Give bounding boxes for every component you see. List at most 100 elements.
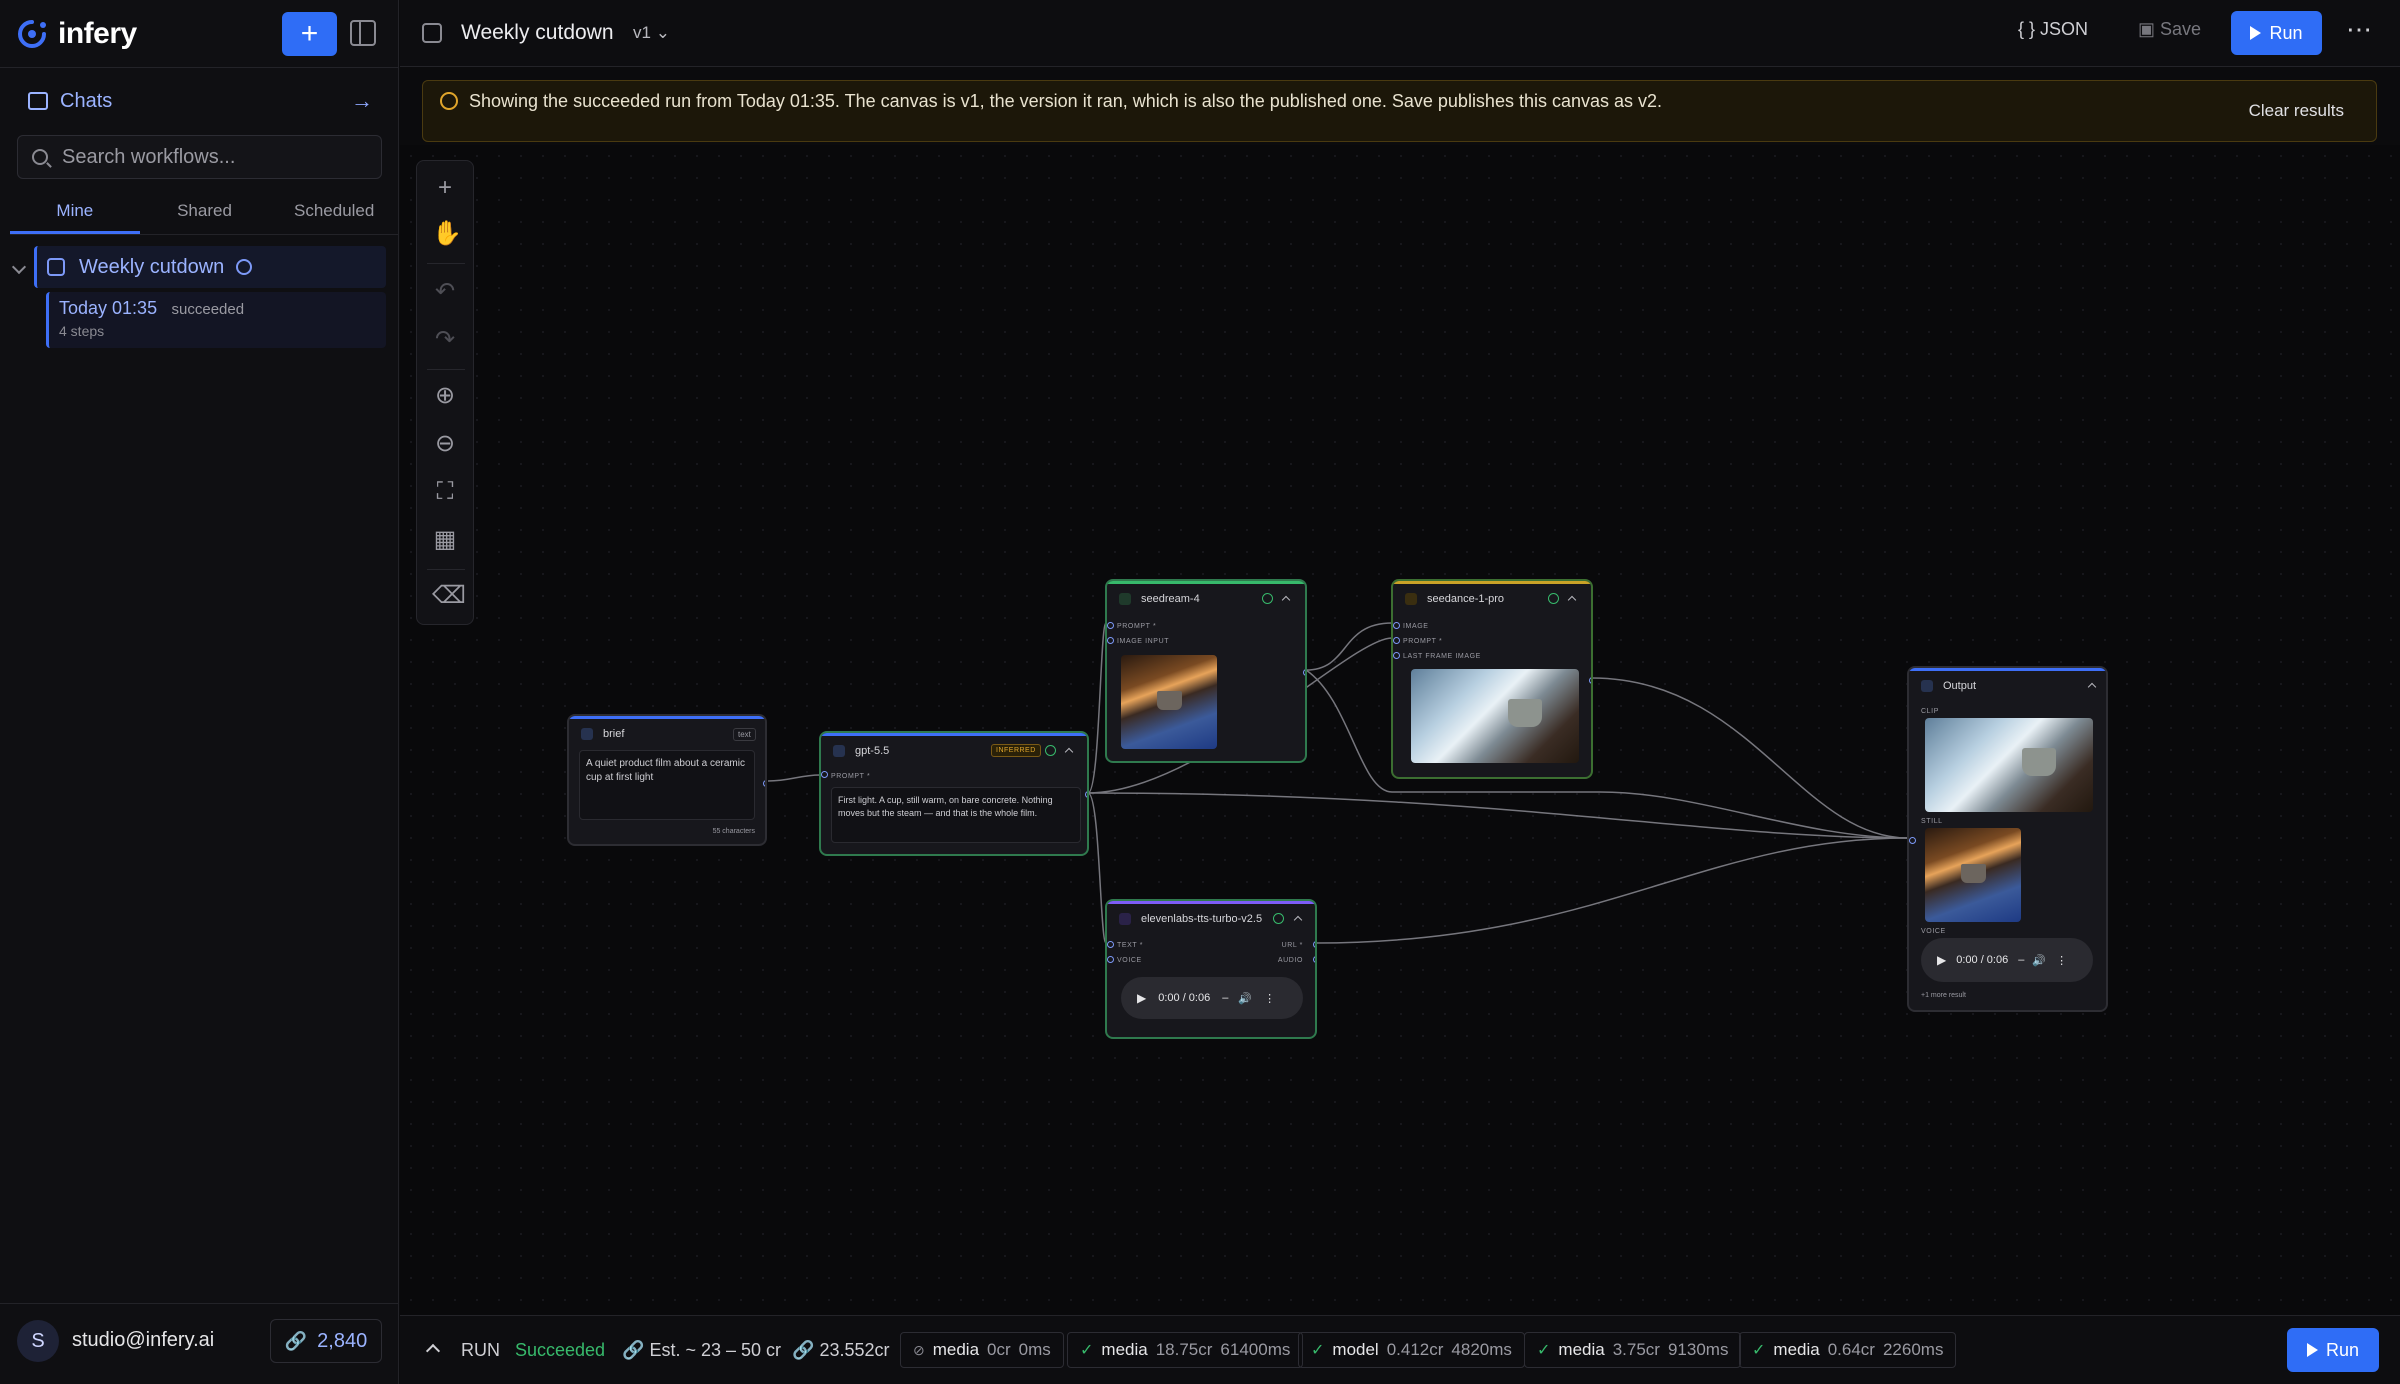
volume-icon[interactable]: 🔊: [1238, 992, 1252, 1005]
input-pin-prompt[interactable]: [1393, 637, 1400, 644]
node-output[interactable]: Output CLIP STILL VOICE ▶ 0:00 / 0:06 – …: [1907, 666, 2108, 1012]
check-icon: ✓: [1311, 1342, 1325, 1359]
pin-label: IMAGE: [1403, 623, 1429, 630]
output-icon: [1921, 680, 1933, 692]
pin-label: TEXT *: [1117, 942, 1144, 949]
chevron-up-icon[interactable]: [1281, 595, 1291, 605]
step-kind: media: [1773, 1340, 1820, 1359]
kebab-menu-icon[interactable]: ⋮: [2056, 954, 2067, 967]
chevron-up-icon[interactable]: [1064, 747, 1074, 757]
input-pin[interactable]: [1909, 837, 1916, 844]
node-accent: [1393, 581, 1591, 584]
clip-result[interactable]: [1925, 718, 2093, 812]
cup-shape: [2022, 748, 2057, 777]
check-circle-icon: [1262, 593, 1273, 604]
step-kind: model: [1332, 1340, 1379, 1359]
step-kind: media: [1101, 1340, 1148, 1359]
edge-gpt-tts: [1087, 792, 1107, 944]
step-cost: 18.75cr: [1155, 1340, 1213, 1359]
audio-time: 0:00 / 0:06: [1158, 992, 1211, 1004]
run-label: Run: [2325, 1339, 2360, 1360]
still-result[interactable]: [1925, 828, 2021, 922]
node-accent: [1909, 668, 2106, 671]
clip-thumbnail[interactable]: [1411, 669, 1579, 763]
node-title: elevenlabs-tts-turbo-v2.5: [1141, 913, 1263, 925]
cup-shape: [1508, 699, 1543, 728]
cup-shape: [1961, 863, 1987, 883]
edge-gpt-seedream: [1087, 622, 1107, 794]
node-gpt[interactable]: gpt-5.5 INFERRED PROMPT * First light. A…: [819, 731, 1089, 856]
node-seedream[interactable]: seedream-4 PROMPT * IMAGE INPUT: [1105, 579, 1307, 763]
output-label-clip: CLIP: [1921, 708, 1939, 715]
link-icon: 🔗: [622, 1340, 645, 1360]
still-image[interactable]: [1121, 655, 1217, 749]
step-chip[interactable]: ✓ media 0.64cr 2260ms: [1739, 1332, 1957, 1368]
output-pin[interactable]: [1303, 669, 1305, 676]
step-time: 61400ms: [1220, 1340, 1291, 1359]
node-title: Output: [1943, 680, 1977, 692]
input-pin-last-frame[interactable]: [1393, 652, 1400, 659]
step-time: 2260ms: [1882, 1340, 1944, 1359]
more-results-link[interactable]: +1 more result: [1921, 992, 1966, 999]
progress-bar[interactable]: –: [2018, 954, 2024, 966]
pin-label: PROMPT *: [831, 773, 871, 780]
play-icon[interactable]: ▶: [1137, 991, 1146, 1005]
edge-gpt-output: [1087, 792, 1909, 839]
input-pin-image[interactable]: [1393, 622, 1400, 629]
input-pin-text[interactable]: [1107, 941, 1114, 948]
edge-brief-gpt: [767, 774, 821, 782]
cost-value: 23.552cr: [819, 1340, 890, 1360]
node-tts[interactable]: elevenlabs-tts-turbo-v2.5 TEXT * VOICE U…: [1105, 899, 1317, 1039]
audio-player[interactable]: ▶ 0:00 / 0:06 – 🔊 ⋮: [1921, 938, 2093, 982]
node-title: seedream-4: [1141, 593, 1200, 605]
run-cost: 🔗 23.552cr: [792, 1340, 890, 1361]
step-cost: 3.75cr: [1612, 1340, 1660, 1359]
step-cost: 0.64cr: [1827, 1340, 1875, 1359]
step-kind: media: [932, 1340, 980, 1359]
node-brief[interactable]: brief text A quiet product film about a …: [567, 714, 767, 846]
chat-model-icon: [833, 745, 845, 757]
input-pin-prompt[interactable]: [821, 771, 828, 778]
kebab-menu-icon[interactable]: ⋮: [1264, 992, 1275, 1005]
pin-label: LAST FRAME IMAGE: [1403, 653, 1481, 660]
text-type-icon: [581, 728, 593, 740]
chevron-up-icon[interactable]: [425, 1343, 441, 1359]
volume-icon[interactable]: 🔊: [2032, 954, 2046, 967]
video-model-icon: [1405, 593, 1417, 605]
chevron-up-icon[interactable]: [2087, 682, 2097, 692]
audio-player[interactable]: ▶ 0:00 / 0:06 – 🔊 ⋮: [1121, 977, 1303, 1019]
step-chip[interactable]: ✓ model 0.412cr 4820ms: [1298, 1332, 1525, 1368]
check-icon: ✓: [1080, 1342, 1094, 1359]
run-status-bar: RUN Succeeded 🔗 Est. ~ 23 – 50 cr 🔗 23.5…: [400, 1315, 2400, 1384]
step-chip[interactable]: ✓ media 3.75cr 9130ms: [1524, 1332, 1742, 1368]
pin-label: IMAGE INPUT: [1117, 638, 1170, 645]
output-pin-audio[interactable]: [1313, 956, 1315, 963]
step-chip[interactable]: ✓ media 18.75cr 61400ms: [1067, 1332, 1304, 1368]
pin-label: URL *: [1281, 942, 1303, 949]
pin-label: AUDIO: [1277, 957, 1303, 964]
output-pin-url[interactable]: [1313, 941, 1315, 948]
run-button-bottom[interactable]: Run: [2287, 1328, 2379, 1372]
input-pin-prompt[interactable]: [1107, 622, 1114, 629]
output-pin[interactable]: [1085, 791, 1087, 798]
output-pin[interactable]: [763, 780, 765, 787]
progress-bar[interactable]: –: [1222, 992, 1228, 1004]
chevron-up-icon[interactable]: [1293, 915, 1303, 925]
brief-textarea[interactable]: A quiet product film about a ceramic cup…: [579, 750, 755, 820]
step-chip[interactable]: ⊘ media 0cr 0ms: [900, 1332, 1064, 1368]
check-circle-icon: [1548, 593, 1559, 604]
edge-seedream-seedance: [1305, 622, 1393, 671]
check-icon: ✓: [1752, 1342, 1766, 1359]
chevron-up-icon[interactable]: [1567, 595, 1577, 605]
check-icon: ✓: [1537, 1342, 1551, 1359]
node-seedance[interactable]: seedance-1-pro IMAGE PROMPT * LAST FRAME…: [1391, 579, 1593, 779]
input-pin-image[interactable]: [1107, 637, 1114, 644]
input-pin-voice[interactable]: [1107, 956, 1114, 963]
link-icon: 🔗: [792, 1340, 815, 1360]
skipped-icon: ⊘: [913, 1341, 925, 1358]
play-icon[interactable]: ▶: [1937, 953, 1946, 967]
check-circle-icon: [1045, 745, 1056, 756]
node-title: gpt-5.5: [855, 745, 890, 757]
output-pin[interactable]: [1589, 677, 1591, 684]
check-circle-icon: [1273, 913, 1284, 924]
